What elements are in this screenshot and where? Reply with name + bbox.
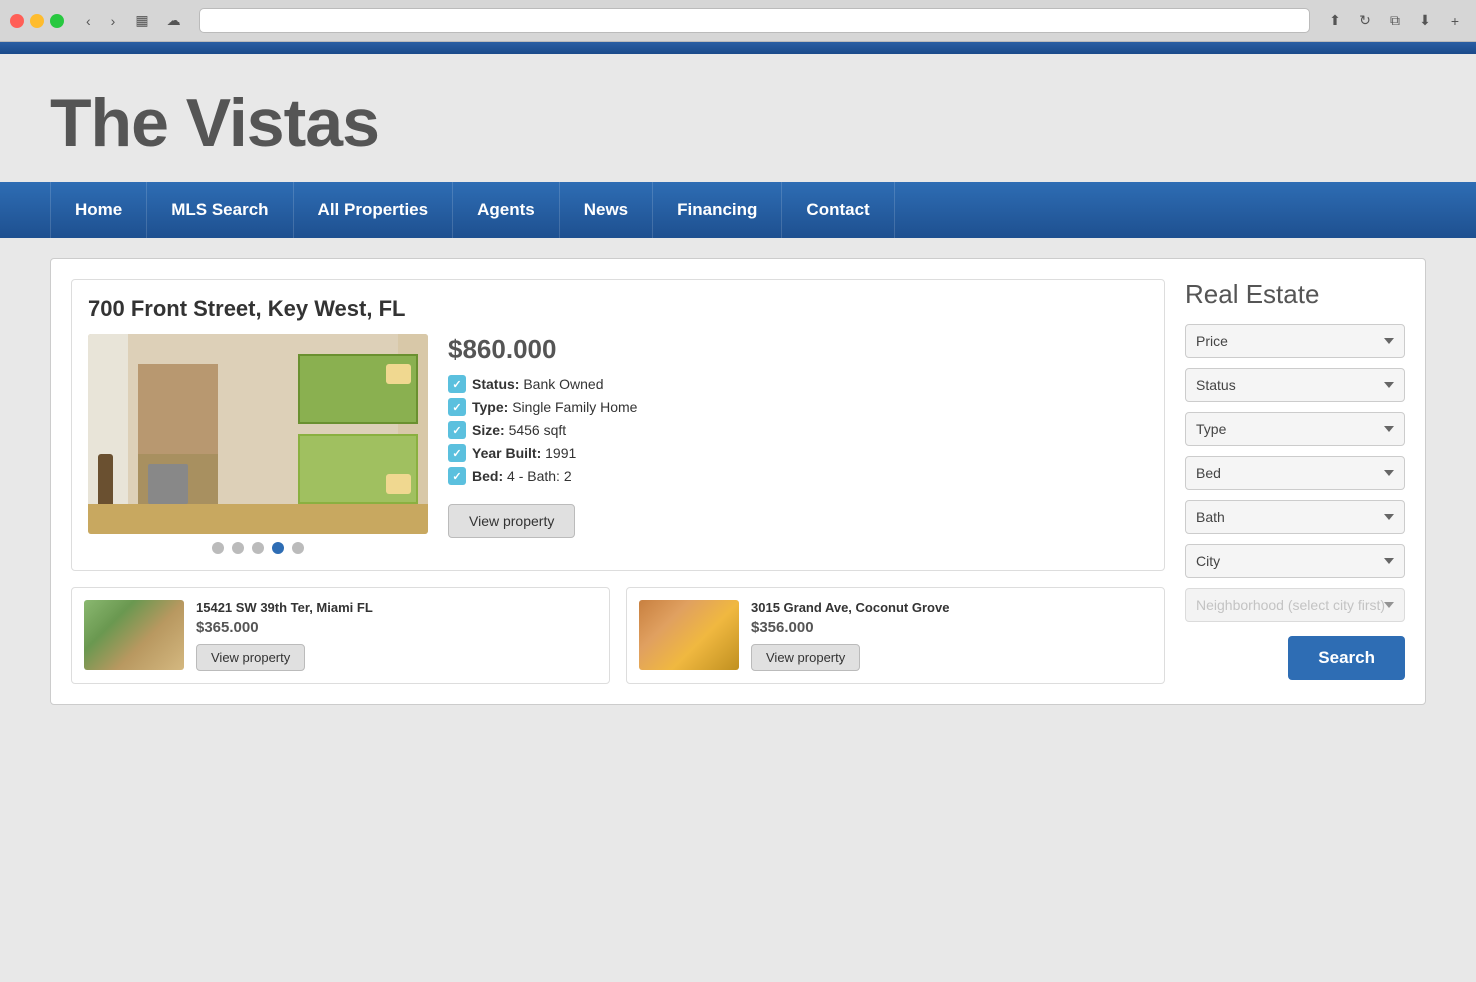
back-button[interactable]: ‹ [80, 11, 97, 31]
type-filter[interactable]: Type [1185, 412, 1405, 446]
status-filter[interactable]: Status [1185, 368, 1405, 402]
new-tab-icon[interactable]: + [1444, 10, 1466, 32]
dot-2[interactable] [232, 542, 244, 554]
bunk-top [298, 354, 418, 424]
dot-1[interactable] [212, 542, 224, 554]
small-address-2: 3015 Grand Ave, Coconut Grove [751, 600, 1152, 615]
featured-image [88, 334, 428, 534]
type-value: Single Family Home [512, 399, 637, 415]
small-info-1: 15421 SW 39th Ter, Miami FL $365.000 Vie… [196, 600, 597, 671]
small-image-1 [84, 600, 184, 670]
bed-filter[interactable]: Bed [1185, 456, 1405, 490]
browser-chrome: ‹ › ▦ ☁ ⬆ ↻ ⧉ ⬇ + [0, 0, 1476, 42]
listings-area: 700 Front Street, Key West, FL [71, 279, 1165, 684]
share-icon[interactable]: ⬆ [1324, 10, 1346, 32]
shelf [138, 364, 218, 464]
content-card: 700 Front Street, Key West, FL [50, 258, 1426, 705]
small-price-2: $356.000 [751, 619, 1152, 636]
dot-5[interactable] [292, 542, 304, 554]
detail-status: ✓ Status: Bank Owned [448, 375, 1148, 393]
status-label: Status: [472, 376, 519, 392]
maximize-window-button[interactable] [50, 14, 64, 28]
small-listings: 15421 SW 39th Ter, Miami FL $365.000 Vie… [71, 587, 1165, 684]
nav-item-agents[interactable]: Agents [453, 182, 560, 238]
pillow-top [386, 364, 411, 384]
bunk-bed [298, 354, 418, 504]
year-value: 1991 [545, 445, 576, 461]
featured-address: 700 Front Street, Key West, FL [88, 296, 1148, 322]
site-top-bar [0, 42, 1476, 54]
nav-item-all-properties[interactable]: All Properties [294, 182, 454, 238]
featured-view-button[interactable]: View property [448, 504, 575, 538]
detail-bed-bath: ✓ Bed: 4 - Bath: 2 [448, 467, 1148, 485]
check-icon-bed: ✓ [448, 467, 466, 485]
sidebar: Real Estate Price Status Type Bed Bath C [1185, 279, 1405, 684]
featured-price: $860.000 [448, 334, 1148, 365]
check-icon-type: ✓ [448, 398, 466, 416]
price-filter[interactable]: Price [1185, 324, 1405, 358]
minimize-window-button[interactable] [30, 14, 44, 28]
refresh-icon[interactable]: ↻ [1354, 10, 1376, 32]
site-header: The Vistas [0, 54, 1476, 182]
content-area: 700 Front Street, Key West, FL [0, 238, 1476, 735]
dot-3[interactable] [252, 542, 264, 554]
small-listing-2: 3015 Grand Ave, Coconut Grove $356.000 V… [626, 587, 1165, 684]
check-icon-size: ✓ [448, 421, 466, 439]
content-layout: 700 Front Street, Key West, FL [71, 279, 1405, 684]
sidebar-title: Real Estate [1185, 279, 1405, 310]
nav-item-home[interactable]: Home [50, 182, 147, 238]
size-label: Size: [472, 422, 505, 438]
size-value: 5456 sqft [509, 422, 567, 438]
site-title: The Vistas [50, 84, 1426, 162]
nav-item-mls-search[interactable]: MLS Search [147, 182, 293, 238]
close-window-button[interactable] [10, 14, 24, 28]
neighborhood-filter[interactable]: Neighborhood (select city first) [1185, 588, 1405, 622]
nav-item-news[interactable]: News [560, 182, 653, 238]
vase [98, 454, 113, 504]
featured-dots [88, 542, 428, 554]
forward-button[interactable]: › [105, 11, 122, 31]
featured-body: $860.000 ✓ Status: Bank Owned ✓ Type: Si… [88, 334, 1148, 554]
city-filter[interactable]: City [1185, 544, 1405, 578]
nav-item-financing[interactable]: Financing [653, 182, 782, 238]
featured-details: $860.000 ✓ Status: Bank Owned ✓ Type: Si… [448, 334, 1148, 538]
small-price-1: $365.000 [196, 619, 597, 636]
check-icon-year: ✓ [448, 444, 466, 462]
status-value: Bank Owned [523, 376, 603, 392]
main-nav: Home MLS Search All Properties Agents Ne… [0, 182, 1476, 238]
bunk-bottom [298, 434, 418, 504]
bed-label: Bed: [472, 468, 503, 484]
check-icon-status: ✓ [448, 375, 466, 393]
floor [88, 504, 428, 534]
detail-year: ✓ Year Built: 1991 [448, 444, 1148, 462]
small-image-2 [639, 600, 739, 670]
chair [148, 464, 188, 504]
featured-listing: 700 Front Street, Key West, FL [71, 279, 1165, 571]
small-info-2: 3015 Grand Ave, Coconut Grove $356.000 V… [751, 600, 1152, 671]
copy-icon[interactable]: ⧉ [1384, 10, 1406, 32]
address-bar[interactable] [199, 8, 1310, 33]
bath-filter[interactable]: Bath [1185, 500, 1405, 534]
year-label: Year Built: [472, 445, 541, 461]
detail-type: ✓ Type: Single Family Home [448, 398, 1148, 416]
pillow-bottom [386, 474, 411, 494]
sidebar-toggle-button[interactable]: ▦ [129, 10, 154, 31]
download-icon[interactable]: ⬇ [1414, 10, 1436, 32]
small-listing-1: 15421 SW 39th Ter, Miami FL $365.000 Vie… [71, 587, 610, 684]
small-view-button-1[interactable]: View property [196, 644, 305, 671]
detail-size: ✓ Size: 5456 sqft [448, 421, 1148, 439]
bed-value: 4 - Bath: 2 [507, 468, 572, 484]
type-label: Type: [472, 399, 508, 415]
traffic-lights [10, 14, 64, 28]
search-button[interactable]: Search [1288, 636, 1405, 680]
cloud-icon: ☁ [163, 10, 185, 32]
small-address-1: 15421 SW 39th Ter, Miami FL [196, 600, 597, 615]
featured-image-wrapper [88, 334, 428, 554]
nav-item-contact[interactable]: Contact [782, 182, 894, 238]
small-view-button-2[interactable]: View property [751, 644, 860, 671]
dot-4[interactable] [272, 542, 284, 554]
